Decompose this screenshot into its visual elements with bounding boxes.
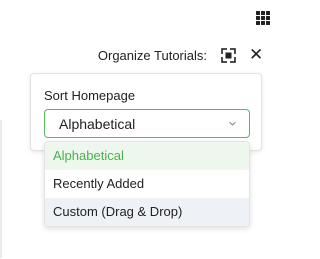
chevron-down-icon — [229, 121, 236, 126]
option-recently-added[interactable]: Recently Added — [45, 170, 249, 198]
organize-toolbar: Organize Tutorials: ✕ — [0, 46, 270, 66]
close-icon[interactable]: ✕ — [249, 46, 263, 64]
sort-homepage-label: Sort Homepage — [44, 88, 136, 103]
expand-icon[interactable] — [221, 48, 236, 63]
sort-options-dropdown: Alphabetical Recently Added Custom (Drag… — [44, 141, 250, 227]
sort-homepage-panel: Sort Homepage Alphabetical — [30, 73, 262, 151]
background-panel-edge — [0, 120, 2, 258]
sort-select-value: Alphabetical — [59, 116, 136, 132]
sort-homepage-select[interactable]: Alphabetical — [44, 109, 250, 138]
page: Organize Tutorials: ✕ Sort Homepage Alph… — [0, 0, 284, 259]
apps-grid-icon[interactable] — [256, 11, 272, 27]
option-custom-drag-drop[interactable]: Custom (Drag & Drop) — [45, 198, 249, 226]
organize-tutorials-label: Organize Tutorials: — [97, 48, 207, 63]
option-alphabetical[interactable]: Alphabetical — [45, 142, 249, 170]
